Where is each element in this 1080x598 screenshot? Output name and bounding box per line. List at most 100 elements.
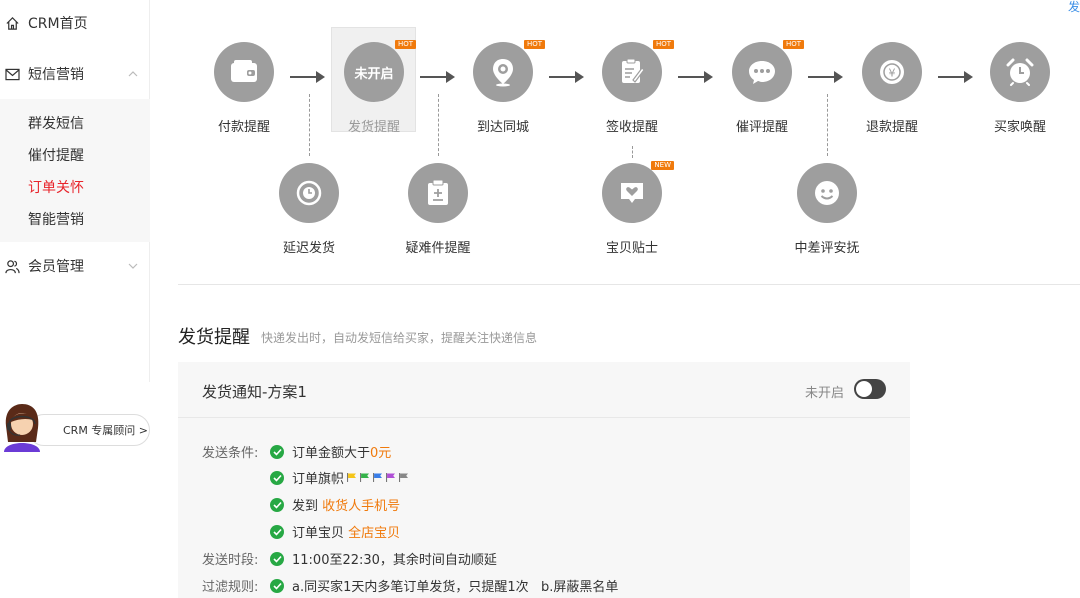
sidebar-item-crm-home[interactable]: CRM首页	[0, 8, 150, 38]
condition-value[interactable]: 全店宝贝	[348, 522, 400, 541]
sms-submenu: 群发短信 催付提醒 订单关怀 智能营销	[0, 99, 150, 242]
check-icon	[270, 497, 284, 512]
flow-arrow	[290, 71, 325, 83]
plan-panel-header: 发货通知-方案1 未开启	[178, 362, 910, 418]
sidebar-item-label: CRM首页	[28, 16, 88, 32]
condition-row-recipient: 发到 收货人手机号	[270, 495, 400, 514]
flow-node-label: 签收提醒	[605, 120, 658, 135]
condition-text: 订单旗帜	[292, 472, 345, 487]
time-value: 11:00至22:30，其余时间自动顺延	[292, 553, 497, 568]
chat-icon: HOT	[732, 40, 804, 102]
flow-node-item-tips[interactable]: NEW 宝贝贴士	[592, 161, 674, 256]
time-label: 发送时段:	[202, 553, 259, 568]
flow-node-payment-reminder[interactable]: 付款提醒	[204, 42, 284, 135]
flow-arrow	[420, 71, 455, 83]
clipboard-icon	[408, 163, 468, 223]
condition-text: 订单宝贝	[292, 526, 349, 541]
check-icon	[270, 444, 284, 459]
flow-node-label: 到达同城	[476, 120, 529, 135]
members-icon	[4, 258, 20, 274]
new-badge: NEW	[651, 161, 674, 170]
conditions-label: 发送条件:	[202, 446, 259, 461]
flow-node-problem-parcel[interactable]: 疑难件提醒	[398, 163, 478, 256]
check-icon	[270, 551, 284, 566]
flag-icon	[399, 473, 409, 482]
flow-node-label: 发货提醒	[347, 120, 400, 135]
check-icon	[270, 524, 284, 539]
condition-value[interactable]: 0元	[370, 442, 391, 461]
check-icon	[270, 470, 284, 485]
app-root: 发 CRM首页 短信营销 群发短信 催付提醒 订单关怀 智能营销 会员管理 CR…	[0, 0, 1080, 598]
hot-badge: HOT	[523, 40, 545, 49]
condition-text: 订单金额大于	[292, 446, 371, 461]
refund-icon: ¥	[862, 42, 922, 102]
flow-arrow	[549, 71, 584, 83]
section-divider	[178, 284, 1080, 285]
flow-node-label: 退款提醒	[865, 120, 918, 135]
branch-connector	[827, 94, 828, 156]
order-flags[interactable]	[344, 470, 409, 485]
flow-node-shipping-reminder[interactable]: 未开启 HOT 发货提醒	[334, 40, 416, 135]
flow-node-label: 买家唤醒	[993, 120, 1046, 135]
branch-connector	[438, 94, 439, 156]
flag-icon	[386, 473, 396, 482]
home-icon	[4, 15, 20, 31]
mail-icon	[4, 66, 20, 82]
submenu-item-payment-reminder[interactable]: 催付提醒	[28, 145, 84, 165]
sign-icon: HOT	[602, 40, 674, 102]
flow-node-label: 中差评安抚	[794, 241, 860, 256]
condition-row-amount: 发送条件: 订单金额大于 0元	[202, 442, 391, 461]
submenu-item-smart-marketing[interactable]: 智能营销	[28, 209, 84, 229]
top-right-link[interactable]: 发	[1068, 0, 1080, 15]
submenu-item-mass-sms[interactable]: 群发短信	[28, 113, 84, 133]
sidebar-item-sms-marketing[interactable]: 短信营销	[0, 59, 150, 89]
flow-node-buyer-wakeup[interactable]: 买家唤醒	[980, 42, 1060, 135]
condition-row-items: 订单宝贝 全店宝贝	[270, 522, 400, 541]
flow-node-label: 宝贝贴士	[605, 241, 658, 256]
hot-badge: HOT	[394, 40, 416, 49]
filter-rule-row: 过滤规则: a.同买家1天内多笔订单发货，只提醒1次 b.屏蔽黑名单	[202, 576, 618, 595]
flow-node-label: 催评提醒	[735, 120, 788, 135]
branch-connector	[309, 94, 310, 156]
heart-card-icon: NEW	[602, 161, 674, 223]
plan-enable-toggle[interactable]	[854, 379, 886, 399]
condition-value[interactable]: 收货人手机号	[322, 495, 400, 514]
flag-icon	[373, 473, 383, 482]
hot-badge: HOT	[782, 40, 804, 49]
flag-icon	[347, 473, 357, 482]
wallet-icon	[214, 42, 274, 102]
filter-label: 过滤规则:	[202, 580, 259, 595]
sidebar-item-members[interactable]: 会员管理	[0, 251, 150, 281]
sidebar-item-label: 短信营销	[28, 67, 84, 83]
chevron-up-icon	[128, 67, 138, 83]
send-time-row: 发送时段: 11:00至22:30，其余时间自动顺延	[202, 549, 497, 568]
flow-node-bad-review-comfort[interactable]: 中差评安抚	[787, 163, 867, 256]
condition-row-flags: 订单旗帜	[270, 468, 409, 487]
smile-icon	[797, 163, 857, 223]
advisor-widget: CRM 专属顾问 >	[0, 396, 150, 452]
flow-node-refund-reminder[interactable]: ¥ 退款提醒	[852, 42, 932, 135]
flow-node-label: 延迟发货	[282, 241, 335, 256]
not-enabled-indicator: 未开启 HOT	[344, 40, 416, 102]
flow-node-label: 疑难件提醒	[405, 241, 471, 256]
clock-icon	[279, 163, 339, 223]
plan-title: 发货通知-方案1	[202, 383, 307, 401]
flow-arrow	[808, 71, 843, 83]
location-icon: HOT	[473, 40, 545, 102]
flow-node-local-arrival[interactable]: HOT 到达同城	[463, 40, 545, 135]
sidebar: CRM首页 短信营销 群发短信 催付提醒 订单关怀 智能营销 会员管理	[0, 0, 150, 382]
flow-node-delayed-shipping[interactable]: 延迟发货	[269, 163, 349, 256]
filter-value: a.同买家1天内多笔订单发货，只提醒1次 b.屏蔽黑名单	[292, 580, 619, 595]
section-title: 发货提醒	[178, 327, 250, 348]
alarm-icon	[990, 42, 1050, 102]
branch-connector	[632, 146, 633, 158]
svg-text:¥: ¥	[889, 67, 896, 80]
flow-node-review-reminder[interactable]: HOT 催评提醒	[722, 40, 804, 135]
flow-node-sign-reminder[interactable]: HOT 签收提醒	[592, 40, 674, 135]
sidebar-item-label: 会员管理	[28, 259, 84, 275]
submenu-item-order-care[interactable]: 订单关怀	[28, 177, 84, 197]
hot-badge: HOT	[652, 40, 674, 49]
flow-arrow	[938, 71, 973, 83]
plan-status: 未开启	[804, 386, 844, 401]
advisor-avatar	[0, 400, 48, 452]
